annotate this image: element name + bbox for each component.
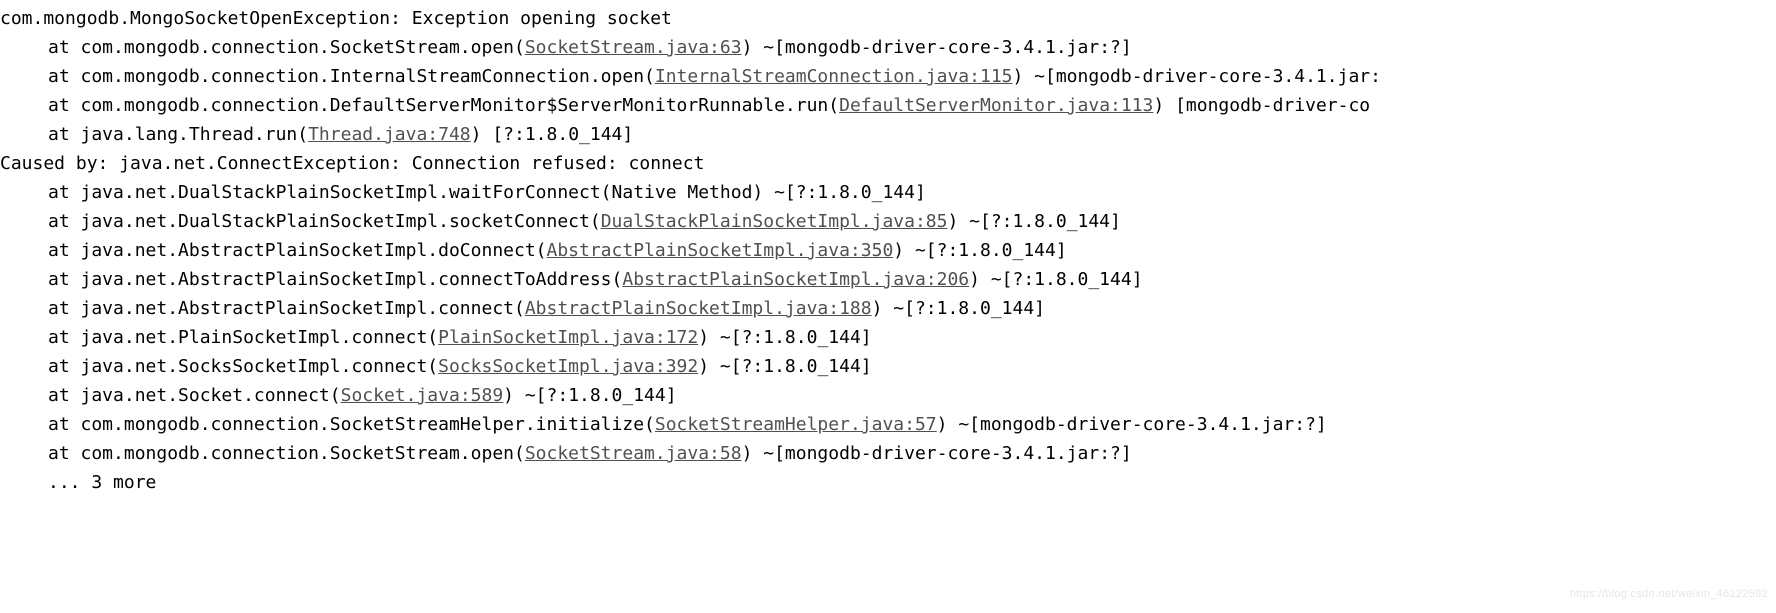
caused-by-header: Caused by: java.net.ConnectException: Co… [0, 149, 1776, 178]
frame-post: ) ~[mongodb-driver-core-3.4.1.jar: [1013, 66, 1381, 87]
frame-pre: at java.net.Socket.connect( [48, 385, 341, 406]
frame-post: ) ~[?:1.8.0_144] [872, 298, 1045, 319]
frame-pre: at java.net.AbstractPlainSocketImpl.conn… [48, 298, 525, 319]
frame-pre: at java.net.DualStackPlainSocketImpl.soc… [48, 211, 601, 232]
frame-pre: at com.mongodb.connection.SocketStream.o… [48, 443, 525, 464]
stack-frame: at com.mongodb.connection.SocketStream.o… [0, 439, 1776, 468]
source-link[interactable]: PlainSocketImpl.java:172 [438, 327, 698, 348]
source-link[interactable]: AbstractPlainSocketImpl.java:188 [525, 298, 872, 319]
source-link[interactable]: InternalStreamConnection.java:115 [655, 66, 1013, 87]
csdn-watermark: https://blog.csdn.net/weixin_46122592 [1570, 580, 1768, 609]
frame-post: ) ~[mongodb-driver-core-3.4.1.jar:?] [937, 414, 1327, 435]
frame-post: ) ~[?:1.8.0_144] [947, 211, 1120, 232]
frame-pre: at java.net.AbstractPlainSocketImpl.doCo… [48, 240, 547, 261]
source-link[interactable]: SocksSocketImpl.java:392 [438, 356, 698, 377]
frame-post: ) [?:1.8.0_144] [471, 124, 634, 145]
frame-pre: at com.mongodb.connection.SocketStream.o… [48, 37, 525, 58]
omitted-text: ... 3 more [48, 472, 156, 493]
stack-frame: at java.net.DualStackPlainSocketImpl.soc… [0, 207, 1776, 236]
stack-frame: at com.mongodb.connection.SocketStream.o… [0, 33, 1776, 62]
frame-pre: at java.net.SocksSocketImpl.connect( [48, 356, 438, 377]
source-link[interactable]: AbstractPlainSocketImpl.java:350 [547, 240, 894, 261]
frame-pre: at com.mongodb.connection.SocketStreamHe… [48, 414, 655, 435]
frame-pre: at java.net.AbstractPlainSocketImpl.conn… [48, 269, 622, 290]
frame-pre: at java.net.PlainSocketImpl.connect( [48, 327, 438, 348]
frame-post: ) ~[mongodb-driver-core-3.4.1.jar:?] [742, 443, 1132, 464]
stack-frame: at java.net.AbstractPlainSocketImpl.conn… [0, 265, 1776, 294]
source-link[interactable]: SocketStream.java:63 [525, 37, 742, 58]
frame-post: ) [mongodb-driver-co [1153, 95, 1370, 116]
frame-post: ) ~[?:1.8.0_144] [893, 240, 1066, 261]
frame-pre: at java.net.DualStackPlainSocketImpl.wai… [48, 182, 926, 203]
stack-frame: at java.net.PlainSocketImpl.connect(Plai… [0, 323, 1776, 352]
source-link[interactable]: SocketStream.java:58 [525, 443, 742, 464]
stack-frame: at java.net.AbstractPlainSocketImpl.conn… [0, 294, 1776, 323]
stack-frame: at java.net.AbstractPlainSocketImpl.doCo… [0, 236, 1776, 265]
stacktrace-block: com.mongodb.MongoSocketOpenException: Ex… [0, 4, 1776, 497]
frame-pre: at com.mongodb.connection.DefaultServerM… [48, 95, 839, 116]
caused-by-text: Caused by: java.net.ConnectException: Co… [0, 153, 704, 174]
frame-post: ) ~[?:1.8.0_144] [698, 327, 871, 348]
source-link[interactable]: DualStackPlainSocketImpl.java:85 [601, 211, 948, 232]
source-link[interactable]: DefaultServerMonitor.java:113 [839, 95, 1153, 116]
exception-header: com.mongodb.MongoSocketOpenException: Ex… [0, 4, 1776, 33]
frame-post: ) ~[?:1.8.0_144] [698, 356, 871, 377]
source-link[interactable]: Socket.java:589 [341, 385, 504, 406]
stack-frame: at java.lang.Thread.run(Thread.java:748)… [0, 120, 1776, 149]
omitted-frames: ... 3 more [0, 468, 1776, 497]
stack-frame: at com.mongodb.connection.DefaultServerM… [0, 91, 1776, 120]
frame-pre: at com.mongodb.connection.InternalStream… [48, 66, 655, 87]
source-link[interactable]: SocketStreamHelper.java:57 [655, 414, 937, 435]
stack-frame: at com.mongodb.connection.InternalStream… [0, 62, 1776, 91]
frame-post: ) ~[mongodb-driver-core-3.4.1.jar:?] [742, 37, 1132, 58]
stack-frame: at java.net.Socket.connect(Socket.java:5… [0, 381, 1776, 410]
frame-pre: at java.lang.Thread.run( [48, 124, 308, 145]
source-link[interactable]: Thread.java:748 [308, 124, 471, 145]
stack-frame: at java.net.SocksSocketImpl.connect(Sock… [0, 352, 1776, 381]
exception-text: com.mongodb.MongoSocketOpenException: Ex… [0, 8, 672, 29]
stack-frame: at java.net.DualStackPlainSocketImpl.wai… [0, 178, 1776, 207]
frame-post: ) ~[?:1.8.0_144] [969, 269, 1142, 290]
source-link[interactable]: AbstractPlainSocketImpl.java:206 [622, 269, 969, 290]
frame-post: ) ~[?:1.8.0_144] [503, 385, 676, 406]
stack-frame: at com.mongodb.connection.SocketStreamHe… [0, 410, 1776, 439]
